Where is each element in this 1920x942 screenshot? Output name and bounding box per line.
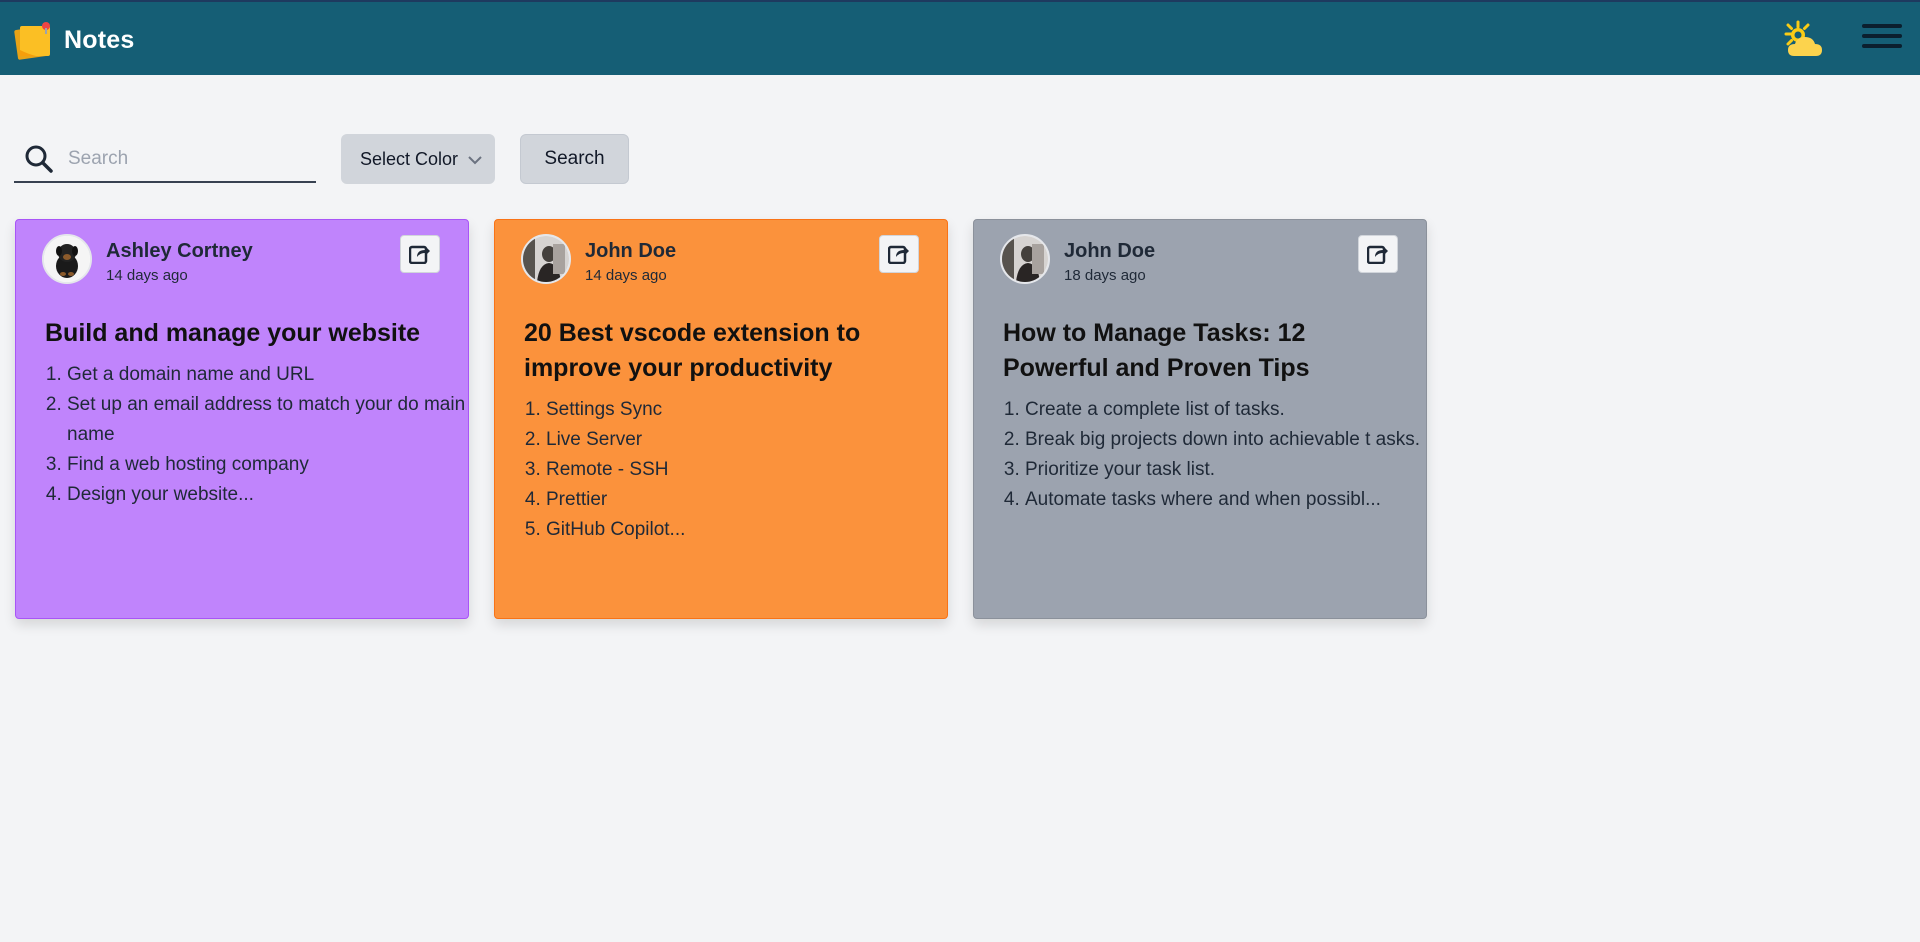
- list-item: Remote - SSH: [546, 455, 956, 485]
- hamburger-menu-icon[interactable]: [1862, 24, 1904, 56]
- note-content-list: Settings Sync Live Server Remote - SSH P…: [524, 395, 956, 545]
- note-timestamp: 14 days ago: [106, 267, 188, 284]
- avatar: [521, 234, 571, 284]
- share-icon: [888, 245, 909, 264]
- avatar: [42, 234, 92, 284]
- list-item: Prioritize your task list.: [1025, 455, 1435, 485]
- note-card[interactable]: John Doe 18 days ago How to Manage Tasks…: [973, 219, 1427, 619]
- note-content-list: Create a complete list of tasks. Break b…: [1003, 395, 1435, 515]
- brand[interactable]: Notes: [14, 20, 134, 60]
- sun-cloud-icon: [1784, 20, 1822, 56]
- list-item: Get a domain name and URL: [67, 360, 477, 390]
- share-icon: [1367, 245, 1388, 264]
- theme-toggle-button[interactable]: [1782, 20, 1826, 60]
- note-title: How to Manage Tasks: 12 Powerful and Pro…: [1003, 319, 1310, 382]
- select-color-label: Select Color: [360, 148, 459, 169]
- top-navbar: Notes: [0, 0, 1920, 75]
- list-item: Automate tasks where and when possibl...: [1025, 485, 1435, 515]
- list-item: Create a complete list of tasks.: [1025, 395, 1435, 425]
- select-color-dropdown[interactable]: Select Color: [341, 134, 495, 184]
- note-card[interactable]: Ashley Cortney 14 days ago Build and man…: [15, 219, 469, 619]
- list-item: Find a web hosting company: [67, 450, 477, 480]
- note-author: John Doe: [1064, 240, 1156, 262]
- search-button[interactable]: Search: [520, 134, 629, 184]
- search-input[interactable]: [66, 146, 300, 171]
- app-title: Notes: [64, 25, 135, 54]
- note-timestamp: 18 days ago: [1064, 267, 1146, 284]
- list-item: GitHub Copilot...: [546, 515, 956, 545]
- list-item: Set up an email address to match your do…: [67, 390, 477, 450]
- share-button[interactable]: [879, 235, 919, 273]
- chevron-down-icon: [467, 150, 483, 165]
- note-title: Build and manage your website: [45, 319, 421, 347]
- search-bar: [14, 136, 316, 183]
- note-card[interactable]: John Doe 14 days ago 20 Best vscode exte…: [494, 219, 948, 619]
- list-item: Break big projects down into achievable …: [1025, 425, 1435, 455]
- search-icon: [24, 144, 54, 174]
- list-item: Prettier: [546, 485, 956, 515]
- note-author: John Doe: [585, 240, 677, 262]
- share-button[interactable]: [400, 235, 440, 273]
- share-icon: [409, 245, 430, 264]
- list-item: Design your website...: [67, 480, 477, 510]
- list-item: Live Server: [546, 425, 956, 455]
- note-title: 20 Best vscode extension to improve your…: [524, 319, 861, 382]
- avatar: [1000, 234, 1050, 284]
- list-item: Settings Sync: [546, 395, 956, 425]
- sticky-note-icon: [14, 20, 56, 60]
- note-author: Ashley Cortney: [106, 240, 253, 262]
- note-content-list: Get a domain name and URL Set up an emai…: [45, 360, 477, 510]
- share-button[interactable]: [1358, 235, 1398, 273]
- note-timestamp: 14 days ago: [585, 267, 667, 284]
